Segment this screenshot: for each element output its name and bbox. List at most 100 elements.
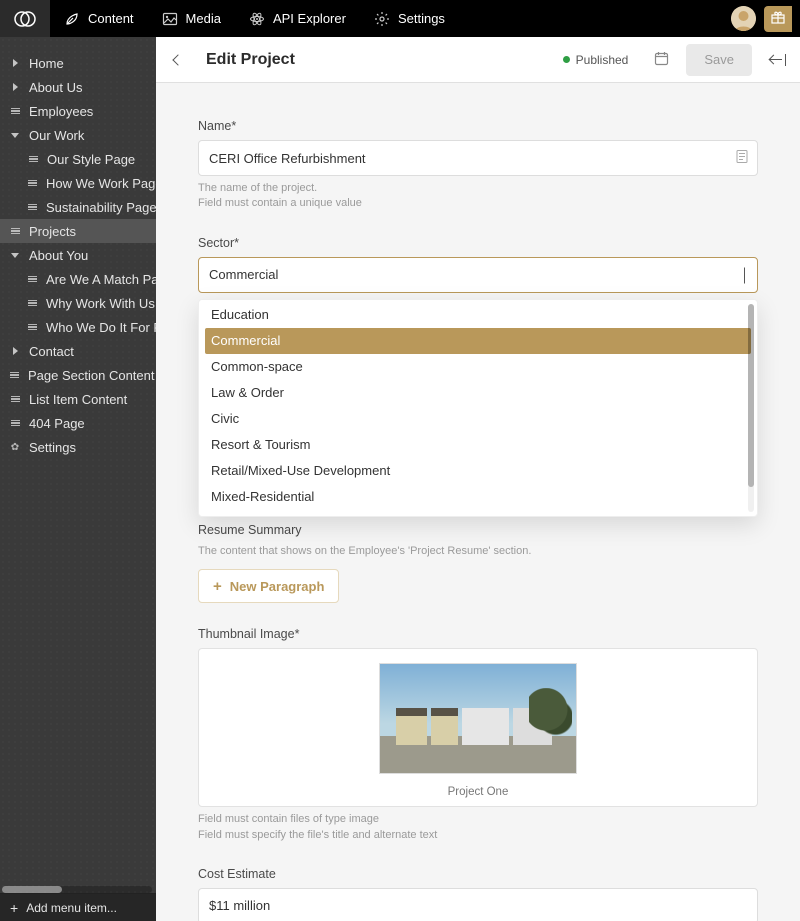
list-icon: [28, 322, 37, 332]
topnav-label: Settings: [398, 11, 445, 26]
sidebar-hscrollbar[interactable]: [2, 886, 152, 893]
back-button[interactable]: [160, 42, 196, 78]
topnav-api-explorer[interactable]: API Explorer: [235, 0, 360, 37]
sidebar-item-about-you[interactable]: About You: [0, 243, 156, 267]
atom-icon: [249, 11, 265, 27]
sidebar-item-label: Our Work: [29, 128, 84, 143]
save-button[interactable]: Save: [686, 44, 752, 76]
sidebar-item-projects[interactable]: Projects: [0, 219, 156, 243]
topbar: Content Media API Explorer Settings: [0, 0, 800, 37]
publish-status: Published: [563, 53, 629, 67]
page-header: Edit Project Published Save: [156, 37, 800, 83]
new-paragraph-button[interactable]: + New Paragraph: [198, 569, 339, 603]
gift-button[interactable]: [764, 6, 792, 32]
sector-option-resort-tourism[interactable]: Resort & Tourism: [199, 432, 757, 458]
sector-select[interactable]: Commercial: [198, 257, 758, 293]
sidebar-item-sustainability-page[interactable]: Sustainability Page: [0, 195, 156, 219]
list-icon: [10, 106, 20, 116]
sidebar-item-our-work[interactable]: Our Work: [0, 123, 156, 147]
chevron-right-icon: [10, 82, 20, 92]
sidebar-item-page-section-content[interactable]: Page Section Content: [0, 363, 156, 387]
sidebar: Home About Us Employees Our Work Our Style P…: [0, 37, 156, 921]
list-icon: [28, 202, 37, 212]
image-icon: [162, 11, 178, 27]
sidebar-item-home[interactable]: Home: [0, 51, 156, 75]
sidebar-item-who-we-do-it-for-page[interactable]: Who We Do It For Page: [0, 315, 156, 339]
sidebar-item-list-item-content[interactable]: List Item Content: [0, 387, 156, 411]
thumbnail-field: Thumbnail Image* Project One Field must …: [198, 627, 758, 843]
name-input[interactable]: [198, 140, 758, 176]
topnav-label: API Explorer: [273, 11, 346, 26]
sidebar-item-contact[interactable]: Contact: [0, 339, 156, 363]
list-icon: [28, 154, 38, 164]
calendar-icon: [654, 51, 669, 69]
sector-label: Sector*: [198, 236, 758, 250]
notes-icon[interactable]: [736, 150, 748, 167]
sidebar-item-why-work-with-us-page[interactable]: Why Work With Us Page: [0, 291, 156, 315]
chevron-right-icon: [10, 346, 20, 356]
list-icon: [28, 178, 37, 188]
sidebar-item-are-we-a-match-page[interactable]: Are We A Match Page: [0, 267, 156, 291]
sector-option-commercial[interactable]: Commercial: [205, 328, 751, 354]
sidebar-item-label: How We Work Page: [46, 176, 156, 191]
sector-option-retail-mixed-use-development[interactable]: Retail/Mixed-Use Development: [199, 458, 757, 484]
sidebar-item-404-page[interactable]: 404 Page: [0, 411, 156, 435]
list-icon: [10, 370, 19, 380]
sidebar-item-our-style-page[interactable]: Our Style Page: [0, 147, 156, 171]
app-logo[interactable]: [0, 0, 50, 37]
schedule-button[interactable]: [646, 45, 676, 75]
add-menu-item-label: Add menu item...: [26, 901, 117, 915]
topnav-label: Media: [186, 11, 221, 26]
new-paragraph-label: New Paragraph: [230, 579, 325, 594]
thumbnail-image[interactable]: [379, 663, 577, 774]
sidebar-item-employees[interactable]: Employees: [0, 99, 156, 123]
add-menu-item-button[interactable]: + Add menu item...: [0, 893, 156, 921]
content-area: Edit Project Published Save Name*: [156, 37, 800, 921]
sidebar-item-label: Why Work With Us Page: [46, 296, 156, 311]
chevron-down-icon: [744, 267, 745, 282]
topnav-content[interactable]: Content: [50, 0, 148, 37]
name-label: Name*: [198, 119, 758, 133]
exit-button[interactable]: [762, 45, 792, 75]
sector-option-civic[interactable]: Civic: [199, 406, 757, 432]
cost-estimate-input[interactable]: [198, 888, 758, 921]
sidebar-item-label: 404 Page: [29, 416, 85, 431]
publish-status-label: Published: [576, 53, 629, 67]
list-icon: [10, 226, 20, 236]
list-icon: [28, 274, 37, 284]
form-scroll[interactable]: Name* The name of the project. Field mus…: [156, 83, 800, 921]
plus-icon: +: [10, 901, 18, 915]
topbar-right: [731, 0, 800, 37]
sidebar-item-about-us[interactable]: About Us: [0, 75, 156, 99]
dropdown-scrollbar[interactable]: [748, 304, 754, 512]
sector-field: Sector* Commercial EducationCommercialCo…: [198, 236, 758, 293]
thumbnail-help: Field must contain files of type image F…: [198, 812, 758, 843]
sector-selected-value: Commercial: [209, 267, 278, 282]
gear-icon: ✿: [10, 442, 20, 452]
chevron-right-icon: [10, 58, 20, 68]
chevron-down-icon: [10, 130, 20, 140]
plus-icon: +: [213, 579, 222, 594]
sector-option-law-order[interactable]: Law & Order: [199, 380, 757, 406]
sidebar-item-how-we-work-page[interactable]: How We Work Page: [0, 171, 156, 195]
topnav-media[interactable]: Media: [148, 0, 235, 37]
gear-icon: [374, 11, 390, 27]
sector-option-education[interactable]: Education: [199, 302, 757, 328]
sidebar-item-label: Contact: [29, 344, 74, 359]
name-help: The name of the project. Field must cont…: [198, 181, 758, 212]
sidebar-item-label: Home: [29, 56, 64, 71]
thumbnail-box[interactable]: Project One: [198, 648, 758, 807]
sidebar-item-label: Our Style Page: [47, 152, 135, 167]
sidebar-item-settings[interactable]: ✿ Settings: [0, 435, 156, 459]
sidebar-item-label: Projects: [29, 224, 76, 239]
topnav-settings[interactable]: Settings: [360, 0, 459, 37]
name-field: Name* The name of the project. Field mus…: [198, 119, 758, 212]
sidebar-item-label: Settings: [29, 440, 76, 455]
sidebar-item-label: About Us: [29, 80, 82, 95]
user-avatar[interactable]: [731, 6, 756, 31]
page-title: Edit Project: [206, 51, 553, 69]
sidebar-item-label: Are We A Match Page: [46, 272, 156, 287]
exit-arrow-icon: [770, 55, 784, 65]
sector-option-mixed-residential[interactable]: Mixed-Residential: [199, 484, 757, 510]
sector-option-common-space[interactable]: Common-space: [199, 354, 757, 380]
